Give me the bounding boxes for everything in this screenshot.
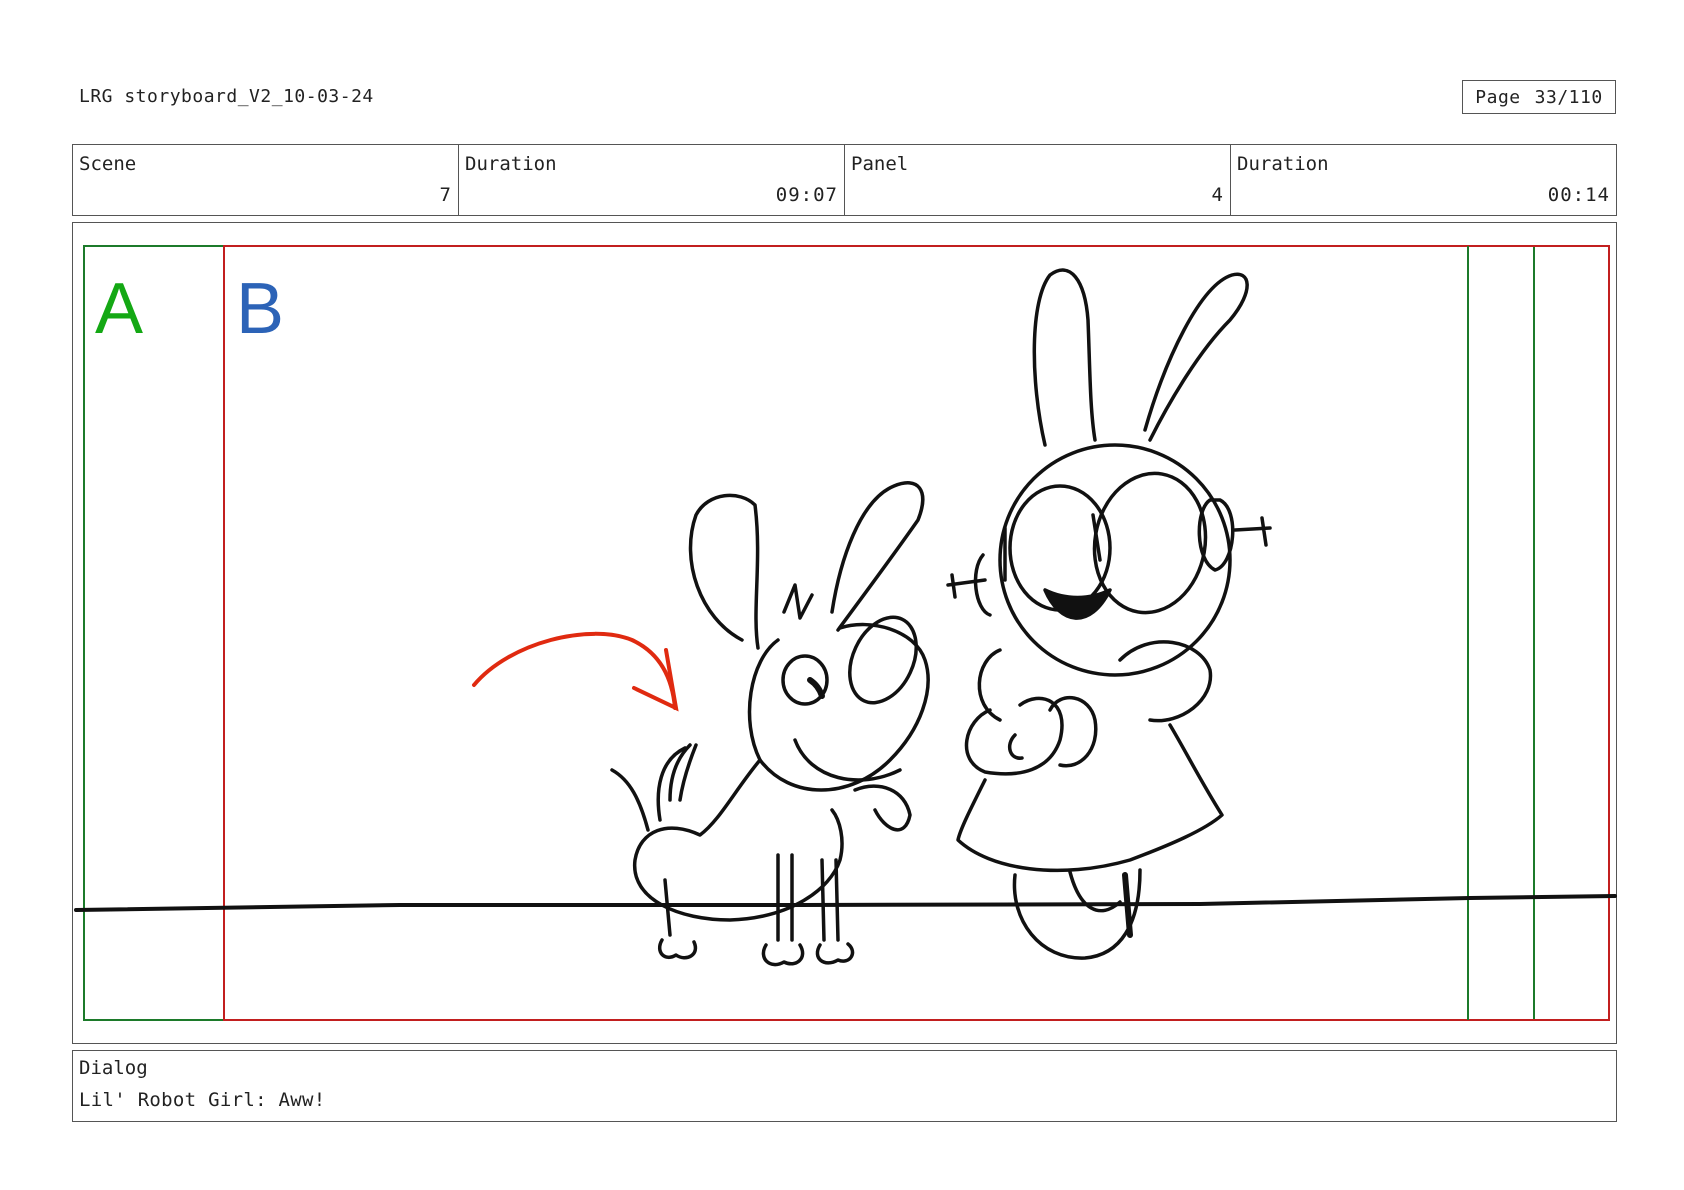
dog-character-sketch <box>610 481 930 967</box>
frame-label-b: B <box>236 269 284 349</box>
dialog-label: Dialog <box>79 1057 148 1079</box>
dialog-box: Dialog Lil' Robot Girl: Aww! <box>72 1050 1617 1122</box>
ground-line <box>74 894 1617 912</box>
dialog-text: Lil' Robot Girl: Aww! <box>79 1089 326 1111</box>
motion-arrow <box>472 631 679 712</box>
robot-girl-character-sketch <box>946 268 1272 960</box>
frame-label-a: A <box>95 269 143 349</box>
storyboard-artwork: A B <box>74 245 1617 1021</box>
